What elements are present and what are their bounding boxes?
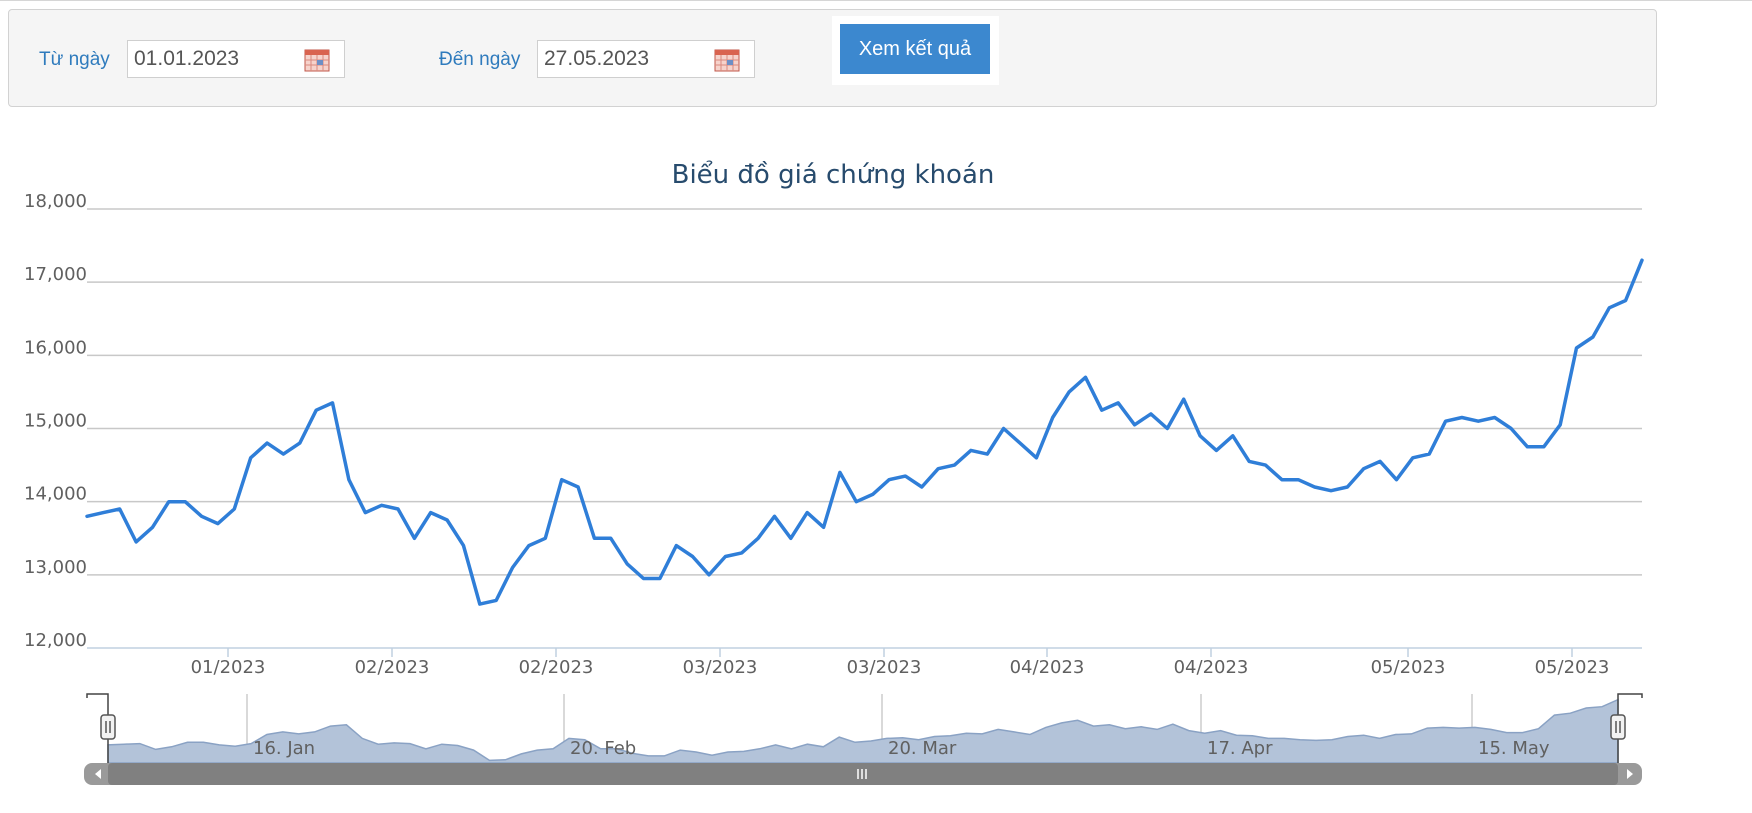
y-tick-label: 16,000 <box>24 337 87 358</box>
x-tick-label: 04/2023 <box>1174 657 1249 678</box>
x-tick-label: 02/2023 <box>355 657 430 678</box>
navigator-label: 20. Feb <box>570 738 636 759</box>
x-tick-label: 05/2023 <box>1371 657 1446 678</box>
y-tick-label: 18,000 <box>24 191 87 212</box>
chart-title: Biểu đồ giá chứng khoán <box>672 159 995 190</box>
y-tick-label: 15,000 <box>24 411 87 432</box>
y-tick-label: 17,000 <box>24 264 87 285</box>
x-tick-label: 03/2023 <box>683 657 758 678</box>
y-tick-label: 12,000 <box>24 630 87 651</box>
scrollbar-thumb[interactable] <box>108 763 1618 785</box>
y-tick-label: 14,000 <box>24 484 87 505</box>
price-series-line <box>85 258 1644 606</box>
navigator-right-handle[interactable] <box>1610 714 1626 740</box>
x-tick-label: 03/2023 <box>847 657 922 678</box>
x-tick-label: 05/2023 <box>1535 657 1610 678</box>
x-tick-label: 02/2023 <box>519 657 594 678</box>
y-tick-label: 13,000 <box>24 557 87 578</box>
navigator-label: 16. Jan <box>253 738 315 759</box>
navigator-label: 15. May <box>1478 738 1550 759</box>
price-chart: Biểu đồ giá chứng khoán 12,000 13,000 14,00… <box>24 159 1644 785</box>
x-tick-label: 04/2023 <box>1010 657 1085 678</box>
x-tick-label: 01/2023 <box>191 657 266 678</box>
navigator-left-handle[interactable] <box>100 714 116 740</box>
navigator-label: 20. Mar <box>888 738 957 759</box>
navigator-label: 17. Apr <box>1207 738 1273 759</box>
